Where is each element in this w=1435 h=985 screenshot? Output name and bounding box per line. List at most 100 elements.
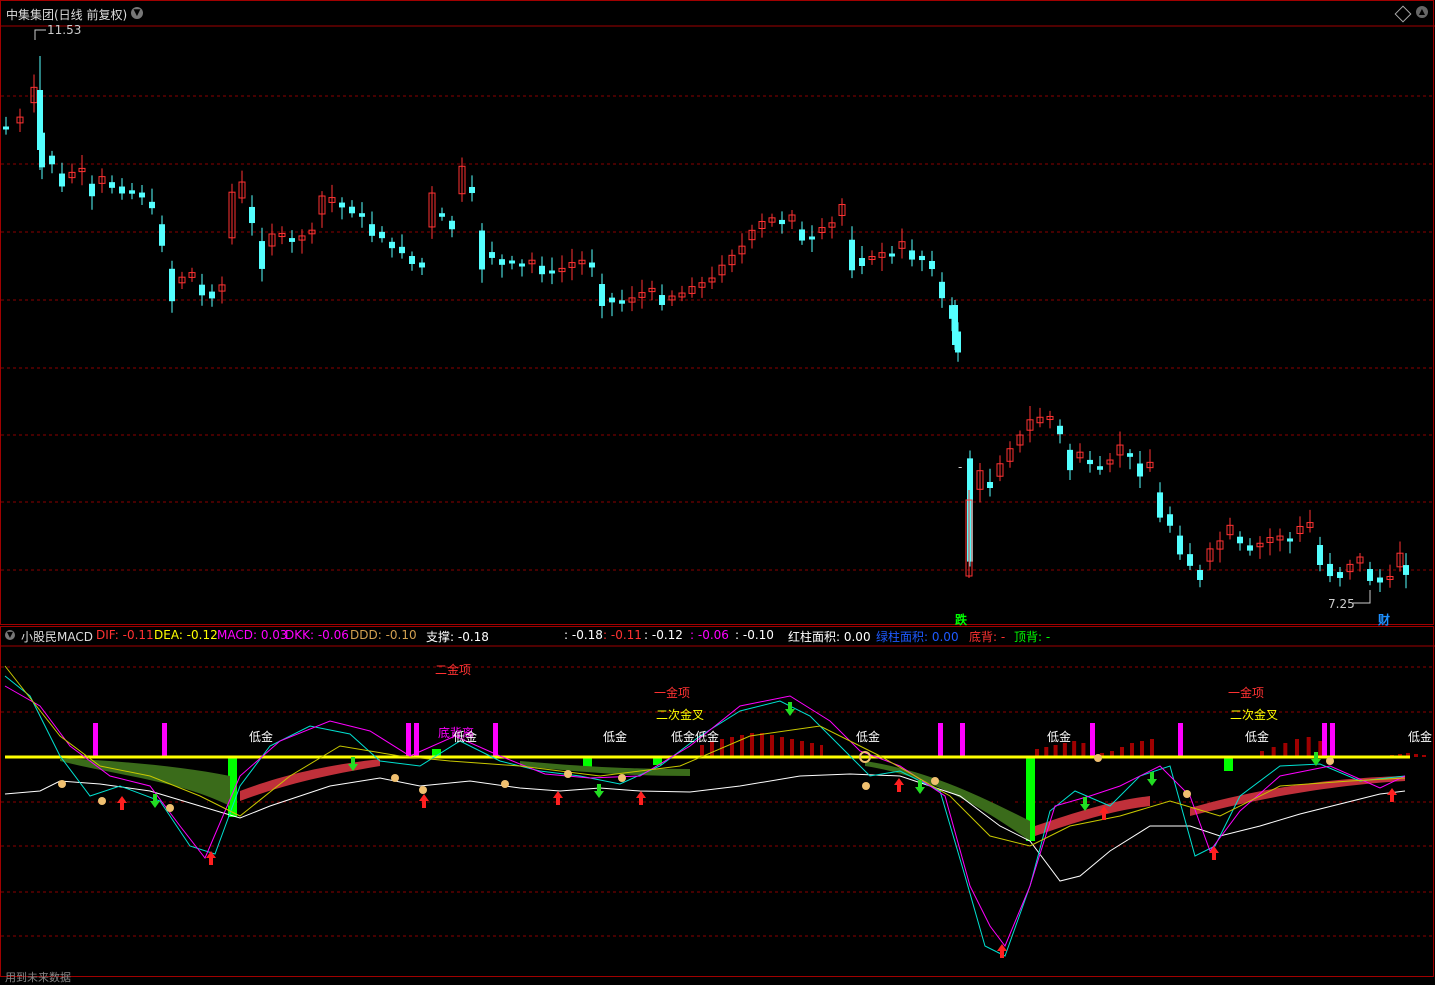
- up-arrow-icon: [117, 796, 127, 810]
- candle-body: [599, 284, 605, 306]
- candle-body: [929, 260, 935, 270]
- down-arrow-icon: [150, 794, 160, 808]
- candle-body: [1127, 453, 1133, 457]
- up-arrow-icon: [1387, 788, 1397, 802]
- support-value: 支撑: -0.18: [426, 630, 489, 644]
- hand-pointer-icon: [501, 780, 509, 788]
- histogram-bar: [1011, 757, 1015, 817]
- chevron-up-circle-icon[interactable]: ▲: [1416, 6, 1428, 18]
- value-5: : -0.10: [735, 628, 774, 642]
- dif-value: DIF: -0.11: [96, 628, 154, 642]
- dijin-label: 低金: [1408, 730, 1433, 744]
- histogram-bar: [1072, 741, 1077, 757]
- candle-body: [1157, 492, 1163, 518]
- dijin-label: 低金: [1047, 730, 1072, 744]
- dijin-label: 低金: [603, 730, 628, 744]
- candle-body: [1067, 449, 1073, 471]
- ddd-value: DDD: -0.10: [350, 628, 417, 642]
- dash-label: -: [958, 460, 963, 474]
- candle-body: [987, 481, 993, 489]
- candle-body: [89, 183, 95, 197]
- low-price-label: 7.25: [1328, 597, 1355, 611]
- dijin-overlap-label: 低金低金: [671, 730, 720, 744]
- histogram-bar: [700, 745, 704, 757]
- candlestick-chart[interactable]: [0, 0, 1435, 626]
- candle-body: [919, 255, 925, 261]
- macd-indicator-chart[interactable]: [0, 626, 1435, 977]
- histogram-bar: [258, 745, 262, 757]
- candle-body: [379, 231, 385, 239]
- candle-body: [589, 262, 595, 268]
- histogram-bar: [810, 743, 814, 757]
- magenta-bar: [493, 723, 498, 757]
- candle-body: [409, 256, 415, 264]
- candle-body: [109, 182, 115, 188]
- candle-body: [389, 241, 395, 249]
- candle-body: [1377, 577, 1383, 583]
- histogram-bar: [1300, 739, 1304, 757]
- red-area-value: 红柱面积: 0.00: [788, 630, 871, 644]
- value-3: : -0.12: [644, 628, 683, 642]
- candle-body: [349, 206, 355, 214]
- chevron-down-icon[interactable]: ▼: [5, 630, 15, 640]
- magenta-bar: [1090, 723, 1095, 757]
- yijin-top-label: 一金项: [654, 686, 691, 700]
- candle-body: [3, 126, 9, 130]
- magenta-bar: [960, 723, 965, 757]
- indicator-name[interactable]: 小股民MACD: [21, 628, 93, 645]
- histogram-bar: [376, 719, 380, 757]
- candle-body: [129, 190, 135, 194]
- histogram-bar: [417, 757, 422, 771]
- histogram-bar: [398, 757, 403, 775]
- candle-body: [1327, 563, 1333, 577]
- candle-body: [619, 300, 625, 304]
- high-pointer: [34, 29, 46, 40]
- erci-jincha-label-2: 二次金叉: [1230, 708, 1279, 722]
- candle-body: [1337, 572, 1343, 578]
- histogram-bar: [993, 757, 997, 837]
- candle-body: [1187, 554, 1193, 566]
- value-2: : -0.11: [603, 628, 642, 642]
- histogram-bar: [285, 745, 289, 757]
- histogram-bar: [770, 735, 774, 757]
- candle-body: [449, 220, 455, 230]
- value-4: : -0.06: [690, 628, 729, 642]
- candle-body: [499, 259, 505, 265]
- candle-body: [1367, 569, 1373, 581]
- candle-body: [1317, 545, 1323, 565]
- dijin-label: 低金: [1245, 730, 1270, 744]
- candle-body: [469, 186, 475, 194]
- magenta-bar: [406, 723, 411, 757]
- chevron-down-icon[interactable]: ▼: [131, 7, 143, 19]
- candle-body: [509, 260, 515, 264]
- macd-indicator-panel[interactable]: ▼ 小股民MACD DIF: -0.11 DEA: -0.12 MACD: 0.…: [0, 626, 1435, 984]
- up-arrow-icon: [419, 794, 429, 808]
- red-band: [240, 759, 380, 801]
- candle-body: [849, 239, 855, 271]
- histogram-bar: [1053, 745, 1058, 757]
- histogram-bar: [23, 735, 28, 757]
- candle-body: [809, 236, 815, 240]
- histogram-bar: [750, 733, 754, 757]
- histogram-bar: [405, 757, 409, 777]
- histogram-bar: [1164, 727, 1168, 757]
- candle-body: [209, 291, 215, 299]
- candle-body: [539, 265, 545, 275]
- candlestick-chart-panel[interactable]: 中集集团(日线 前复权) ▼ ▲ 11.53 7.25 跌 财 -: [0, 0, 1435, 627]
- candle-body: [249, 206, 255, 224]
- dijin-label: 低金: [249, 730, 274, 744]
- candle-body: [339, 202, 345, 208]
- candle-body: [609, 297, 615, 303]
- up-arrow-icon: [636, 791, 646, 805]
- macd-line: [4, 685, 1406, 947]
- candle-body: [139, 192, 145, 198]
- dkk-value: DKK: -0.06: [285, 628, 349, 642]
- magenta-bar: [1178, 723, 1183, 757]
- candle-body: [289, 238, 295, 242]
- magenta-bar: [93, 723, 98, 757]
- magenta-bar: [1322, 723, 1327, 757]
- future-data-warning: 用到未来数据: [5, 971, 71, 984]
- candle-body: [439, 213, 445, 217]
- candle-body: [159, 224, 165, 246]
- candle-body: [419, 262, 425, 268]
